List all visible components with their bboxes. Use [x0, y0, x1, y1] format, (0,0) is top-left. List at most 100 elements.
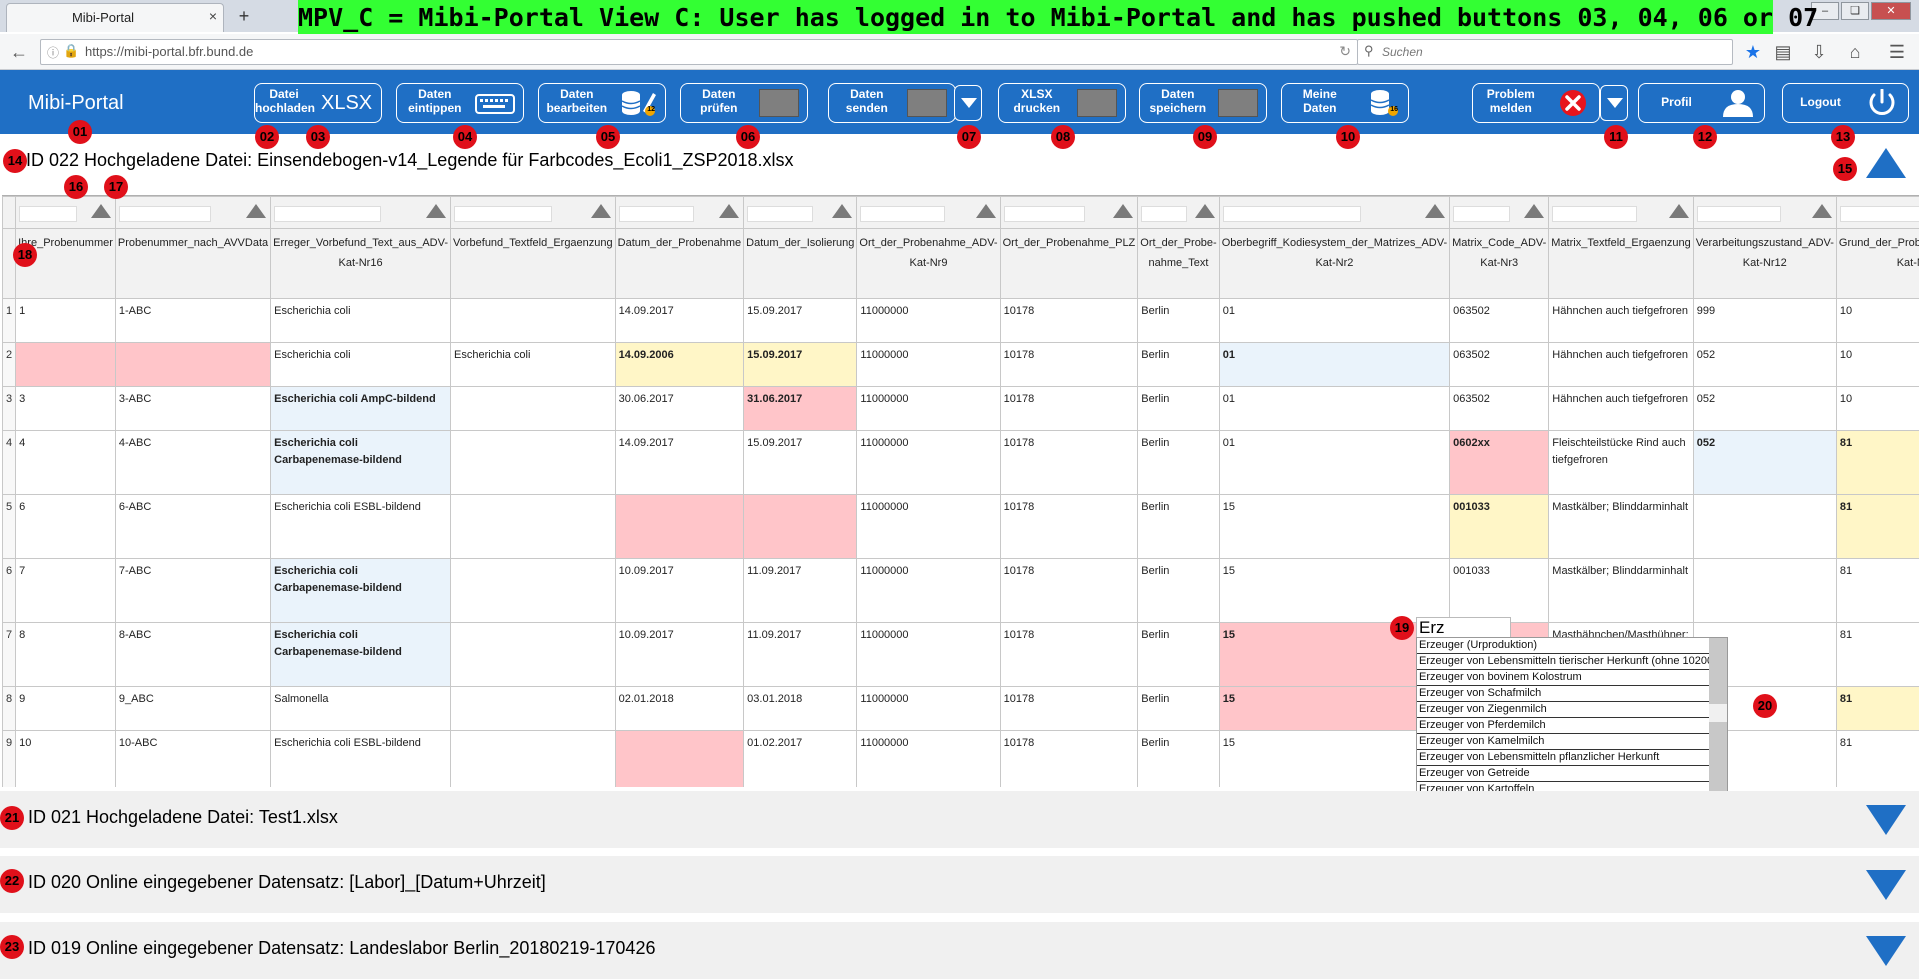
- table-cell[interactable]: 81: [1835, 558, 1919, 623]
- column-header[interactable]: Ort_der_Probenahme_ADV-Kat-Nr9: [856, 228, 1001, 299]
- autocomplete-option[interactable]: Erzeuger von bovinem Kolostrum: [1417, 670, 1711, 686]
- column-header[interactable]: Erreger_Vorbefund_Text_aus_ADV-Kat-Nr16: [270, 228, 452, 299]
- sort-triangle-icon[interactable]: [719, 204, 740, 218]
- download-icon[interactable]: ⇩: [1806, 40, 1832, 64]
- table-cell[interactable]: [1692, 558, 1837, 623]
- filter-input[interactable]: [454, 206, 552, 222]
- table-cell[interactable]: 10: [1835, 298, 1919, 343]
- row-number[interactable]: 8: [2, 686, 17, 731]
- filter-input[interactable]: [1696, 206, 1782, 222]
- table-cell[interactable]: 11.09.2017: [743, 622, 858, 687]
- filter-input[interactable]: [1453, 206, 1511, 222]
- xlsx-format-label[interactable]: XLSX: [321, 92, 372, 115]
- table-cell[interactable]: Escherichia coli AmpC-bildend: [270, 386, 452, 431]
- autocomplete-option[interactable]: Erzeuger von Pferdemilch: [1417, 718, 1711, 734]
- table-cell[interactable]: 001033: [1449, 494, 1550, 559]
- row-number[interactable]: 9: [2, 730, 17, 787]
- send-dropdown-toggle[interactable]: [954, 85, 982, 121]
- table-cell[interactable]: Berlin: [1137, 558, 1220, 623]
- table-cell[interactable]: Escherichia coli: [450, 342, 616, 387]
- sort-triangle-icon[interactable]: [1194, 204, 1215, 218]
- print-xlsx-button[interactable]: XLSX drucken: [998, 83, 1126, 123]
- table-cell[interactable]: [450, 494, 616, 559]
- check-data-button[interactable]: Daten prüfen: [680, 83, 808, 123]
- autocomplete-option[interactable]: Erzeuger von Kamelmilch: [1417, 734, 1711, 750]
- clipboard-icon[interactable]: ▤: [1770, 40, 1796, 64]
- table-cell[interactable]: 8-ABC: [114, 622, 272, 687]
- search-input[interactable]: ⚲ Suchen: [1357, 39, 1733, 65]
- sort-triangle-icon[interactable]: [1811, 204, 1832, 218]
- sort-triangle-icon[interactable]: [1425, 204, 1446, 218]
- expand-section-button[interactable]: [1866, 868, 1906, 900]
- table-cell[interactable]: 11000000: [856, 686, 1001, 731]
- table-cell[interactable]: 10.09.2017: [614, 558, 745, 623]
- table-cell[interactable]: 10178: [999, 686, 1139, 731]
- star-icon[interactable]: ★: [1740, 40, 1766, 64]
- table-cell[interactable]: 11000000: [856, 558, 1001, 623]
- table-cell[interactable]: [614, 730, 745, 787]
- column-header[interactable]: Verarbeitungszustand_ADV-Kat-Nr12: [1692, 228, 1837, 299]
- table-cell[interactable]: 30.06.2017: [614, 386, 745, 431]
- column-header[interactable]: Probenummer_nach_AVVData: [114, 228, 272, 299]
- row-number[interactable]: 4: [2, 430, 17, 495]
- row-number[interactable]: 5: [2, 494, 17, 559]
- reload-icon[interactable]: ↻: [1339, 43, 1351, 60]
- table-cell[interactable]: 10178: [999, 494, 1139, 559]
- table-cell[interactable]: 01: [1218, 430, 1451, 495]
- filter-input[interactable]: [1222, 206, 1362, 222]
- send-data-button[interactable]: Daten senden: [828, 83, 956, 123]
- row-number[interactable]: 6: [2, 558, 17, 623]
- table-cell[interactable]: Escherichia coli Carbapenemase-bildend: [270, 558, 452, 623]
- column-header[interactable]: Matrix_Textfeld_Ergaenzung: [1548, 228, 1694, 299]
- table-cell[interactable]: [743, 494, 858, 559]
- table-cell[interactable]: 063502: [1449, 342, 1550, 387]
- table-cell[interactable]: 0602xx: [1449, 430, 1550, 495]
- table-cell[interactable]: 6-ABC: [114, 494, 272, 559]
- table-cell[interactable]: 10: [1835, 342, 1919, 387]
- brand-logo[interactable]: Mibi-Portal: [28, 92, 124, 115]
- filter-input[interactable]: [118, 206, 211, 222]
- section-id021[interactable]: ID 021 Hochgeladene Datei: Test1.xlsx: [0, 791, 1919, 848]
- table-cell[interactable]: 10178: [999, 558, 1139, 623]
- sort-triangle-icon[interactable]: [246, 204, 267, 218]
- info-icon[interactable]: ⓘ: [47, 44, 59, 61]
- table-cell[interactable]: Berlin: [1137, 430, 1220, 495]
- hamburger-menu-icon[interactable]: ☰: [1884, 40, 1910, 64]
- table-cell[interactable]: Berlin: [1137, 386, 1220, 431]
- table-cell[interactable]: 01: [1218, 298, 1451, 343]
- column-header[interactable]: Datum_der_Isolierung: [743, 228, 858, 299]
- table-cell[interactable]: [450, 558, 616, 623]
- table-cell[interactable]: 999: [1692, 298, 1837, 343]
- logout-button[interactable]: Logout: [1782, 83, 1909, 123]
- browser-tab[interactable]: Mibi-Portal ×: [6, 3, 224, 32]
- table-cell[interactable]: 6: [15, 494, 116, 559]
- table-cell[interactable]: 10: [1835, 386, 1919, 431]
- table-cell[interactable]: Escherichia coli: [270, 298, 452, 343]
- table-cell[interactable]: 15: [1218, 494, 1451, 559]
- autocomplete-option[interactable]: Erzeuger (Urproduktion): [1417, 638, 1711, 654]
- filter-input[interactable]: [1552, 206, 1638, 222]
- row-number[interactable]: 7: [2, 622, 17, 687]
- table-cell[interactable]: 052: [1692, 386, 1837, 431]
- autocomplete-option[interactable]: Erzeuger von Lebensmitteln pflanzlicher …: [1417, 750, 1711, 766]
- table-cell[interactable]: 11000000: [856, 622, 1001, 687]
- table-cell[interactable]: Escherichia coli ESBL-bildend: [270, 494, 452, 559]
- table-cell[interactable]: [450, 298, 616, 343]
- table-cell[interactable]: 10: [15, 730, 116, 787]
- table-cell[interactable]: Berlin: [1137, 622, 1220, 687]
- table-cell[interactable]: 001033: [1449, 558, 1550, 623]
- table-cell[interactable]: 81: [1835, 622, 1919, 687]
- filter-input[interactable]: [860, 206, 945, 222]
- back-arrow-icon[interactable]: ←: [6, 40, 32, 64]
- table-cell[interactable]: Berlin: [1137, 494, 1220, 559]
- table-cell[interactable]: 81: [1835, 730, 1919, 787]
- filter-input[interactable]: [19, 206, 77, 222]
- table-cell[interactable]: 14.09.2006: [614, 342, 745, 387]
- close-window-button[interactable]: ✕: [1871, 2, 1911, 20]
- table-cell[interactable]: 1-ABC: [114, 298, 272, 343]
- sort-triangle-icon[interactable]: [1113, 204, 1134, 218]
- new-tab-button[interactable]: +: [232, 4, 256, 28]
- report-dropdown-toggle[interactable]: [1600, 85, 1628, 121]
- column-header[interactable]: Ort_der_Probe-nahme_Text: [1137, 228, 1220, 299]
- table-cell[interactable]: 10178: [999, 430, 1139, 495]
